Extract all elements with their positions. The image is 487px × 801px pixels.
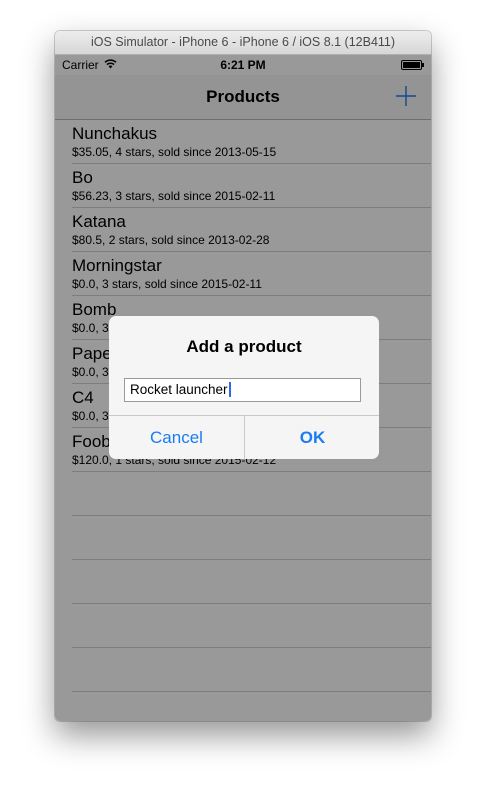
text-caret bbox=[228, 382, 231, 397]
add-product-dialog: Add a product Rocket launcher Cancel OK bbox=[109, 316, 379, 459]
product-name-input[interactable]: Rocket launcher bbox=[124, 378, 361, 402]
cancel-button[interactable]: Cancel bbox=[109, 416, 244, 459]
ok-button[interactable]: OK bbox=[245, 416, 379, 459]
simulator-window: iOS Simulator - iPhone 6 - iPhone 6 / iO… bbox=[55, 31, 431, 721]
input-text: Rocket launcher bbox=[130, 382, 228, 397]
window-title: iOS Simulator - iPhone 6 - iPhone 6 / iO… bbox=[55, 31, 431, 55]
device-screen: Carrier 6:21 PM Products Nunchakus $35.0… bbox=[55, 55, 431, 721]
dialog-title: Add a product bbox=[186, 337, 302, 356]
